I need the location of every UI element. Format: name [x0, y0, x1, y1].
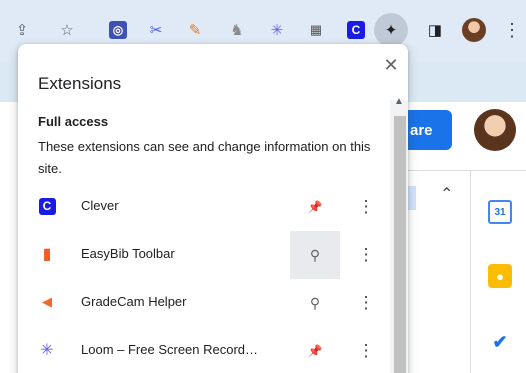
easybib-icon: ▮ — [42, 246, 52, 263]
account-avatar[interactable] — [474, 109, 516, 151]
pin-toggle-button[interactable]: ⚲ — [290, 279, 340, 327]
extension-row-easybib[interactable]: ▮ EasyBib Toolbar ⚲ ⋮ — [18, 231, 390, 279]
extension-name: EasyBib Toolbar — [81, 246, 175, 261]
extension-row-gradecam[interactable]: ◀ GradeCam Helper ⚲ ⋮ — [18, 279, 390, 327]
clever-icon: C — [38, 197, 56, 215]
pinned-icon: 📌 — [307, 344, 323, 358]
extension-name: GradeCam Helper — [81, 294, 187, 309]
extension-name: Clever — [81, 198, 119, 213]
extensions-puzzle-icon[interactable]: ✦ — [374, 13, 408, 47]
browser-menu-icon[interactable]: ⋮ — [500, 18, 524, 42]
pin-toggle-button[interactable]: ⚲ — [290, 231, 340, 279]
loom-icon: ✳ — [40, 342, 54, 359]
pinned-extension-qr-icon[interactable]: ▦ — [304, 18, 328, 42]
more-options-icon[interactable]: ⋮ — [358, 197, 375, 217]
close-icon[interactable]: ✕ — [382, 55, 400, 75]
extension-row-clever[interactable]: C Clever 📌 ⋮ — [18, 183, 390, 231]
collapse-caret-icon[interactable]: ⌃ — [440, 184, 453, 204]
divider — [400, 170, 526, 171]
pin-toggle-button[interactable]: 📌 — [290, 327, 340, 373]
more-options-icon[interactable]: ⋮ — [358, 245, 375, 265]
scrollbar-thumb[interactable] — [394, 116, 406, 373]
section-title: Full access — [38, 114, 109, 129]
section-description: These extensions can see and change info… — [38, 139, 371, 176]
pin-toggle-button[interactable]: 📌 — [290, 183, 340, 231]
unpinned-icon: ⚲ — [309, 246, 321, 263]
pinned-extension-screencast-icon[interactable]: ◎ — [106, 18, 130, 42]
popup-title: Extensions — [38, 74, 122, 93]
scroll-up-arrow-icon[interactable]: ▲ — [394, 96, 404, 107]
share-page-icon[interactable]: ⇪ — [10, 18, 34, 42]
tasks-icon[interactable]: ✔ — [488, 330, 512, 354]
more-options-icon[interactable]: ⋮ — [358, 293, 375, 313]
pinned-extension-scissors-icon[interactable]: ✂ — [144, 18, 168, 42]
pinned-extension-owl-icon[interactable]: ♞ — [225, 18, 249, 42]
extension-name: Loom – Free Screen Record… — [81, 342, 259, 357]
extension-row-loom[interactable]: ✳ Loom – Free Screen Record… 📌 ⋮ — [18, 327, 390, 373]
profile-avatar-small[interactable] — [462, 18, 486, 42]
calendar-icon[interactable]: 31 — [488, 200, 512, 224]
side-panel-icon[interactable]: ◨ — [423, 18, 447, 42]
more-options-icon[interactable]: ⋮ — [358, 341, 375, 361]
unpinned-icon: ⚲ — [309, 294, 321, 311]
divider — [470, 170, 471, 373]
bookmark-star-icon[interactable]: ☆ — [55, 18, 79, 42]
pinned-extension-loom-icon[interactable]: ✳ — [265, 18, 289, 42]
gradecam-icon: ◀ — [42, 294, 52, 309]
pinned-extension-pencil-icon[interactable]: ✎ — [183, 18, 207, 42]
pinned-icon: 📌 — [307, 200, 323, 214]
pinned-extension-clever-icon[interactable]: C — [344, 18, 368, 42]
extensions-popup: Extensions ✕ Full access These extension… — [18, 44, 408, 373]
keep-icon[interactable]: ● — [488, 264, 512, 288]
